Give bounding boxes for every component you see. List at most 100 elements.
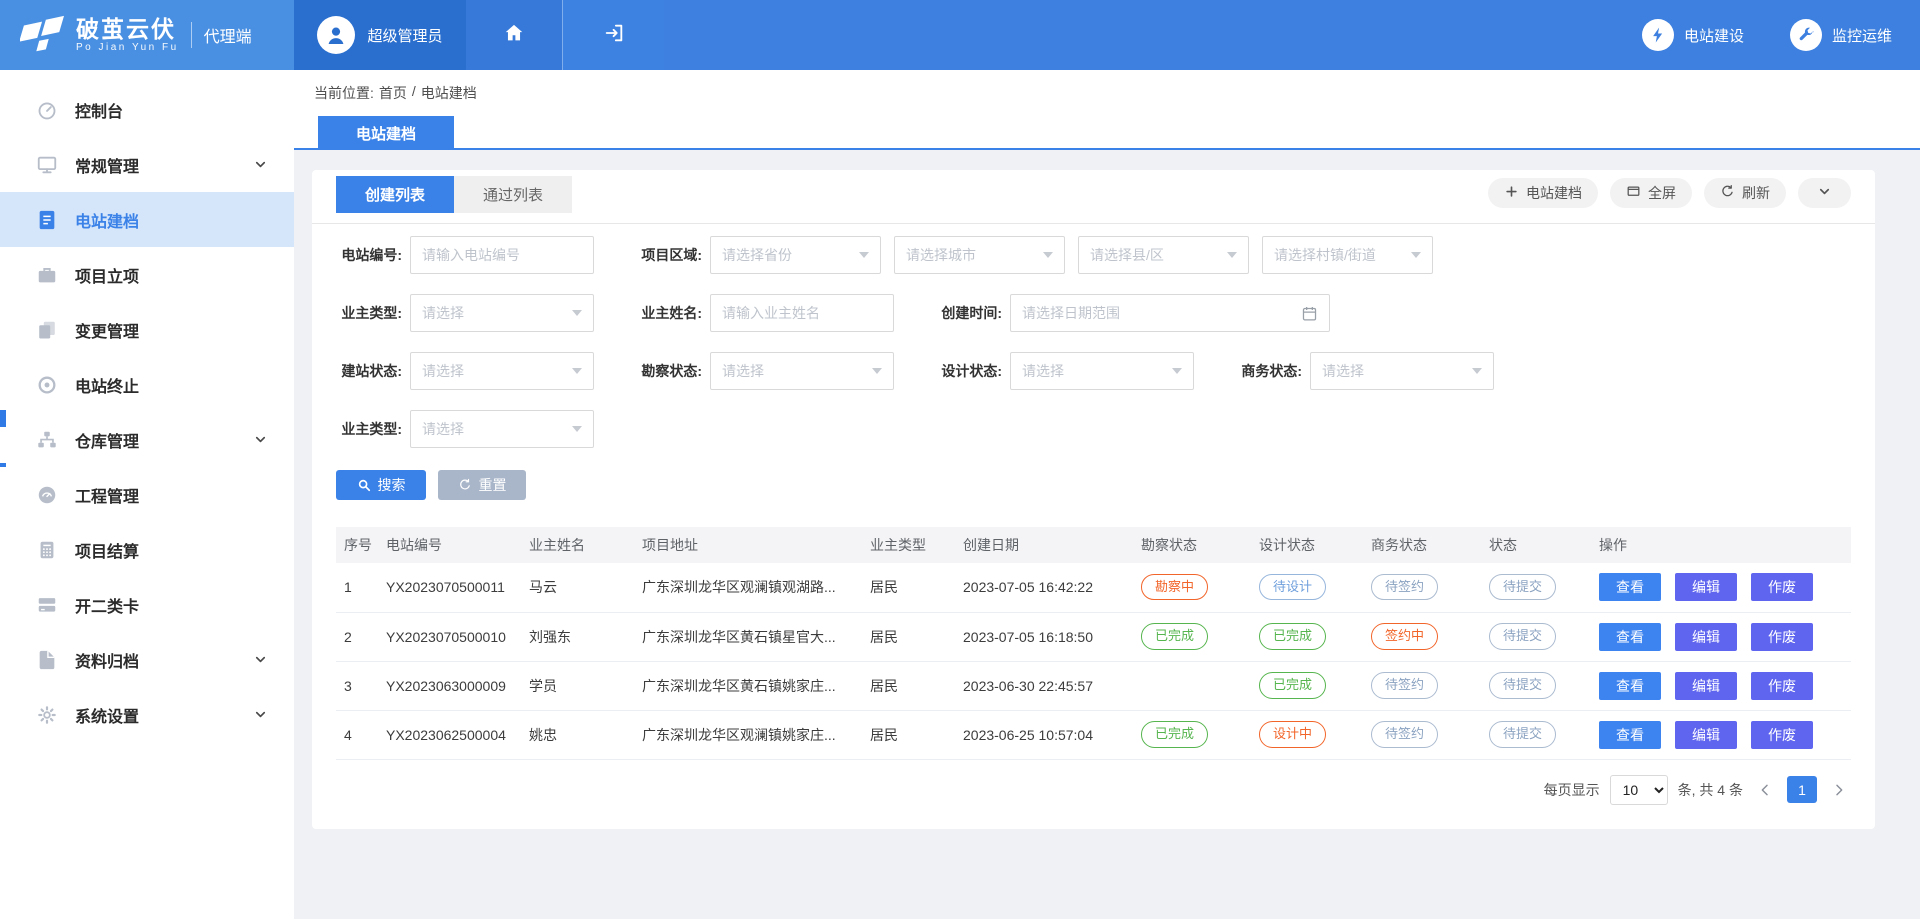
sidebar-scrollbar-thumb[interactable] bbox=[0, 410, 6, 427]
filter-form: 电站编号: 请输入电站编号 项目区域: 请选择省份 请选择城市 请选择县/区 请… bbox=[312, 224, 1875, 448]
per-page-select[interactable]: 10 bbox=[1610, 775, 1668, 805]
status-badge: 待签约 bbox=[1371, 721, 1438, 747]
status-badge: 已完成 bbox=[1141, 721, 1208, 747]
chevron-down-icon bbox=[253, 652, 268, 667]
briefcase-icon bbox=[36, 264, 58, 286]
breadcrumb-current: 电站建档 bbox=[421, 83, 477, 103]
action-view-button[interactable]: 查看 bbox=[1599, 573, 1661, 601]
create-time-range-input[interactable]: 请选择日期范围 bbox=[1010, 294, 1330, 332]
breadcrumb-separator: / bbox=[412, 83, 416, 103]
search-icon bbox=[357, 478, 371, 492]
action-view-button[interactable]: 查看 bbox=[1599, 623, 1661, 651]
refresh-button[interactable]: 刷新 bbox=[1704, 178, 1786, 208]
caret-down-icon bbox=[572, 310, 582, 316]
sidebar-item-calculator[interactable]: 项目结算 bbox=[0, 522, 294, 577]
search-button[interactable]: 搜索 bbox=[336, 470, 426, 500]
status-badge: 待签约 bbox=[1371, 672, 1438, 698]
column-header: 电站编号 bbox=[378, 527, 521, 563]
county-select[interactable]: 请选择县/区 bbox=[1078, 236, 1249, 274]
breadcrumb-strip: 当前位置: 首页 / 电站建档 电站建档 bbox=[294, 70, 1920, 150]
breadcrumb-home[interactable]: 首页 bbox=[379, 83, 407, 103]
results-table-wrap: 序号电站编号业主姓名项目地址业主类型创建日期勘察状态设计状态商务状态状态操作 1… bbox=[312, 527, 1875, 760]
sidebar-scrollbar-mark bbox=[0, 463, 6, 467]
calculator-icon bbox=[36, 539, 58, 561]
top-nav-bolt[interactable]: 电站建设 bbox=[1642, 19, 1744, 51]
top-nav-right: 电站建设 监控运维 bbox=[1642, 0, 1920, 70]
status-badge: 待提交 bbox=[1489, 623, 1556, 649]
owner-type-label: 业主类型: bbox=[336, 303, 402, 323]
chevron-down-icon bbox=[1817, 184, 1832, 202]
sidebar-item-archive[interactable]: 资料归档 bbox=[0, 632, 294, 687]
action-void-button[interactable]: 作废 bbox=[1751, 623, 1813, 651]
status-badge: 签约中 bbox=[1371, 623, 1438, 649]
collapse-toggle-button[interactable] bbox=[1798, 178, 1851, 208]
logout-button[interactable] bbox=[562, 0, 664, 70]
sidebar-item-monitor[interactable]: 常规管理 bbox=[0, 137, 294, 192]
station-no-input[interactable]: 请输入电站编号 bbox=[410, 236, 594, 274]
archive-icon bbox=[36, 649, 58, 671]
status-badge: 设计中 bbox=[1259, 721, 1326, 747]
column-header: 操作 bbox=[1591, 527, 1851, 563]
chevron-right-icon[interactable] bbox=[1831, 782, 1847, 798]
page-number-1[interactable]: 1 bbox=[1787, 776, 1817, 803]
sidebar-item-gauge[interactable]: 控制台 bbox=[0, 82, 294, 137]
action-void-button[interactable]: 作废 bbox=[1751, 721, 1813, 749]
province-select[interactable]: 请选择省份 bbox=[710, 236, 881, 274]
sidebar-item-briefcase[interactable]: 项目立项 bbox=[0, 247, 294, 302]
action-edit-button[interactable]: 编辑 bbox=[1675, 672, 1737, 700]
owner-type-select[interactable]: 请选择 bbox=[410, 294, 594, 332]
fullscreen-icon bbox=[1626, 184, 1641, 202]
tab-create-list[interactable]: 创建列表 bbox=[336, 176, 454, 213]
design-status-select[interactable]: 请选择 bbox=[1010, 352, 1194, 390]
caret-down-icon bbox=[1227, 252, 1237, 258]
town-select[interactable]: 请选择村镇/街道 bbox=[1262, 236, 1433, 274]
home-button[interactable] bbox=[466, 0, 562, 70]
owner-name-input[interactable]: 请输入业主姓名 bbox=[710, 294, 894, 332]
chevron-down-icon bbox=[253, 432, 268, 447]
target-icon bbox=[36, 374, 58, 396]
sidebar-item-dashboard[interactable]: 工程管理 bbox=[0, 467, 294, 522]
fullscreen-button[interactable]: 全屏 bbox=[1610, 178, 1692, 208]
table-row: 2YX2023070500010刘强东广东深圳龙华区黄石镇星官大...居民202… bbox=[336, 612, 1851, 661]
status-badge: 待提交 bbox=[1489, 721, 1556, 747]
table-header-row: 序号电站编号业主姓名项目地址业主类型创建日期勘察状态设计状态商务状态状态操作 bbox=[336, 527, 1851, 563]
tab-passed-list[interactable]: 通过列表 bbox=[454, 176, 572, 213]
action-void-button[interactable]: 作废 bbox=[1751, 672, 1813, 700]
page-tab-station-archive[interactable]: 电站建档 bbox=[318, 116, 454, 150]
owner-type2-label: 业主类型: bbox=[336, 419, 402, 439]
action-edit-button[interactable]: 编辑 bbox=[1675, 573, 1737, 601]
action-void-button[interactable]: 作废 bbox=[1751, 573, 1813, 601]
chevron-left-icon[interactable] bbox=[1757, 782, 1773, 798]
sidebar-item-document[interactable]: 电站建档 bbox=[0, 192, 294, 247]
sidebar-item-card[interactable]: 开二类卡 bbox=[0, 577, 294, 632]
action-edit-button[interactable]: 编辑 bbox=[1675, 623, 1737, 651]
user-menu[interactable]: 超级管理员 bbox=[294, 0, 466, 70]
sidebar-item-gear[interactable]: 系统设置 bbox=[0, 687, 294, 742]
results-table: 序号电站编号业主姓名项目地址业主类型创建日期勘察状态设计状态商务状态状态操作 1… bbox=[336, 527, 1851, 760]
per-page-label: 每页显示 bbox=[1544, 780, 1600, 800]
action-view-button[interactable]: 查看 bbox=[1599, 721, 1661, 749]
action-edit-button[interactable]: 编辑 bbox=[1675, 721, 1737, 749]
brand-logo-icon bbox=[20, 14, 66, 56]
action-view-button[interactable]: 查看 bbox=[1599, 672, 1661, 700]
main-area: 当前位置: 首页 / 电站建档 电站建档 创建列表通过列表 电站建档 bbox=[294, 70, 1920, 919]
caret-down-icon bbox=[1472, 368, 1482, 374]
sitemap-icon bbox=[36, 429, 58, 451]
owner-type2-select[interactable]: 请选择 bbox=[410, 410, 594, 448]
city-select[interactable]: 请选择城市 bbox=[894, 236, 1065, 274]
status-badge: 已完成 bbox=[1259, 623, 1326, 649]
survey-status-select[interactable]: 请选择 bbox=[710, 352, 894, 390]
pagination: 每页显示 10 条, 共 4 条 1 bbox=[312, 775, 1875, 805]
sidebar-item-files[interactable]: 变更管理 bbox=[0, 302, 294, 357]
top-nav-wrench[interactable]: 监控运维 bbox=[1790, 19, 1892, 51]
caret-down-icon bbox=[1411, 252, 1421, 258]
sidebar-item-sitemap[interactable]: 仓库管理 bbox=[0, 412, 294, 467]
region-label: 项目区域: bbox=[636, 245, 702, 265]
add-station-button[interactable]: 电站建档 bbox=[1488, 178, 1598, 208]
column-header: 业主姓名 bbox=[521, 527, 634, 563]
monitor-icon bbox=[36, 154, 58, 176]
reset-button[interactable]: 重置 bbox=[438, 470, 526, 500]
business-status-select[interactable]: 请选择 bbox=[1310, 352, 1494, 390]
sidebar-item-target[interactable]: 电站终止 bbox=[0, 357, 294, 412]
build-status-select[interactable]: 请选择 bbox=[410, 352, 594, 390]
